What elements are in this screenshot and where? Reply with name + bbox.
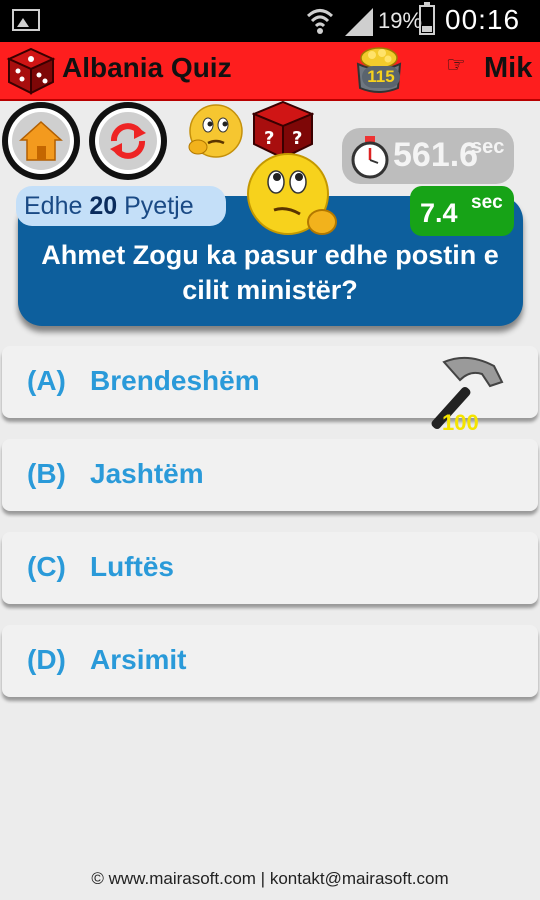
answer-letter: (B)	[27, 458, 66, 489]
status-bar: 19% 00:16	[0, 0, 540, 42]
battery-percent: 19%	[378, 8, 423, 33]
wifi-icon	[306, 9, 334, 34]
answer-text: Arsimit	[90, 644, 187, 675]
remaining-count: 20	[89, 192, 118, 220]
answer-option-c[interactable]: (C) Luftës	[2, 532, 538, 604]
svg-text:?: ?	[264, 128, 274, 149]
app-bar: Albania Quiz ☞ Mik	[0, 42, 540, 101]
home-icon	[19, 120, 63, 161]
coins-count: 115	[362, 66, 400, 88]
user-pointer-icon: ☞	[446, 52, 466, 77]
total-timer-unit: sec	[471, 136, 505, 158]
hammer-count: 100	[442, 410, 479, 435]
remaining-suffix: Pyetje	[124, 192, 194, 220]
user-name[interactable]: Mik	[484, 52, 532, 85]
image-icon	[12, 9, 40, 31]
reload-icon	[110, 123, 146, 159]
answer-text: Luftës	[90, 551, 174, 582]
signal-icon	[345, 8, 373, 36]
total-timer-value: 561.6	[393, 136, 479, 174]
restart-button[interactable]	[89, 102, 167, 180]
question-text: Ahmet Zogu ka pasur edhe postin e cilit …	[41, 240, 499, 305]
answer-text: Brendeshëm	[90, 365, 260, 396]
answer-option-b[interactable]: (B) Jashtëm	[2, 439, 538, 511]
confused-face-icon	[247, 153, 337, 235]
remaining-questions: Edhe 20 Pyetje	[16, 186, 226, 226]
stopwatch-icon	[351, 136, 389, 179]
answer-text: Jashtëm	[90, 458, 204, 489]
footer-contact: © www.mairasoft.com | kontakt@mairasoft.…	[91, 869, 449, 888]
answer-letter: (A)	[27, 365, 66, 396]
dice-logo-icon	[6, 47, 56, 95]
svg-text:?: ?	[292, 128, 302, 149]
app-title: Albania Quiz	[62, 52, 232, 83]
home-button[interactable]	[2, 102, 80, 180]
question-timer-value: 7.4	[420, 198, 458, 228]
question-timer-unit: sec	[471, 192, 503, 213]
thinking-face-icon	[188, 104, 243, 158]
answer-letter: (D)	[27, 644, 66, 675]
battery-icon	[419, 2, 435, 35]
answer-option-d[interactable]: (D) Arsimit	[2, 625, 538, 697]
remaining-prefix: Edhe	[24, 192, 83, 220]
clock: 00:16	[445, 4, 521, 35]
answer-letter: (C)	[27, 551, 66, 582]
